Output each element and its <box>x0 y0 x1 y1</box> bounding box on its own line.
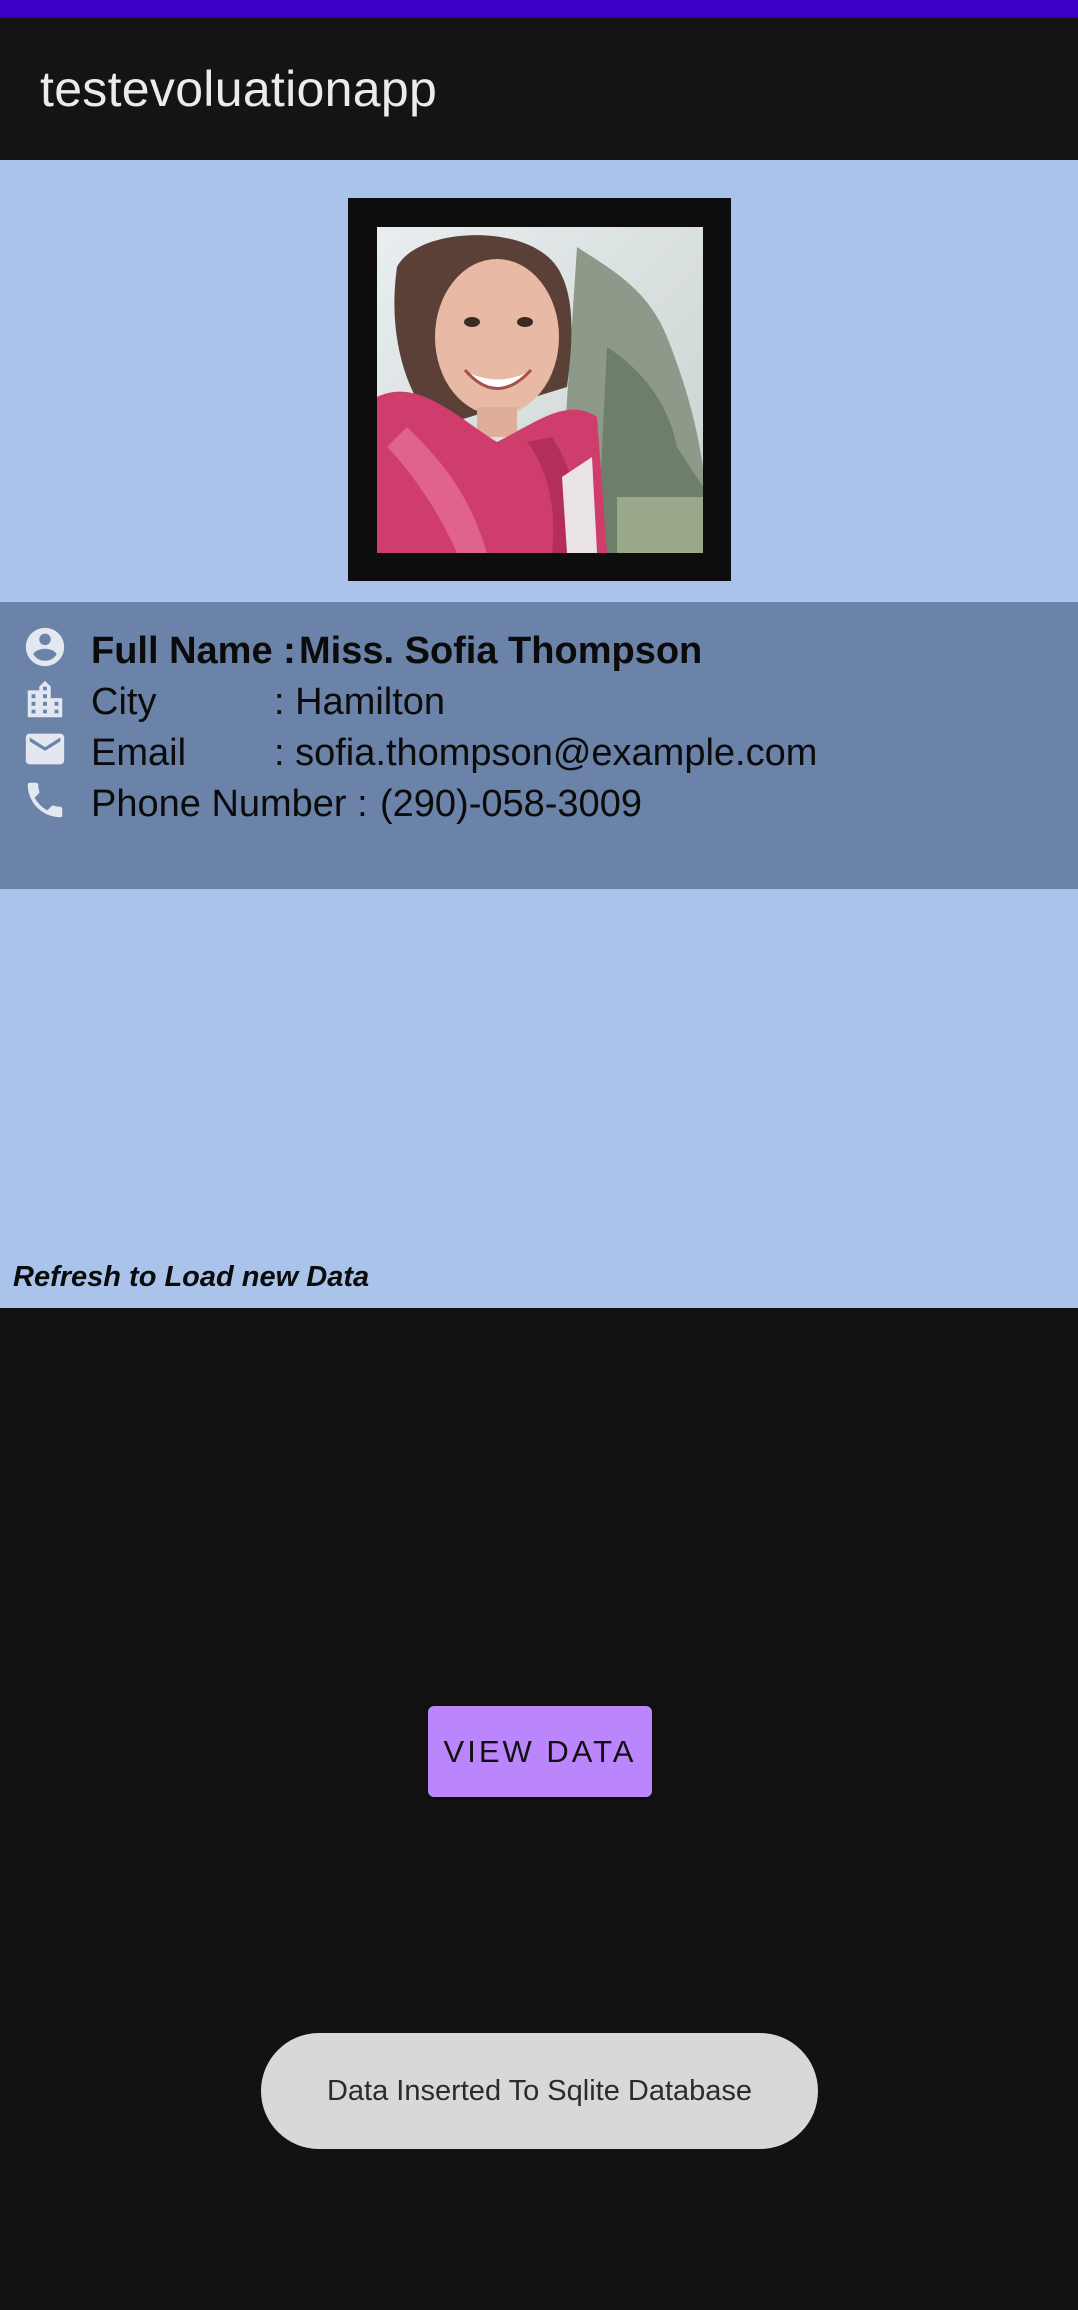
profile-info-panel: Full Name : Miss. Sofia Thompson City : … <box>0 602 1078 889</box>
email-icon <box>25 733 65 765</box>
profile-photo <box>377 227 703 553</box>
phone-value: (290)-058-3009 <box>380 783 642 825</box>
full-name-label: Full Name : <box>91 630 307 672</box>
city-building-icon <box>27 680 63 718</box>
toast-message: Data Inserted To Sqlite Database <box>261 2033 818 2149</box>
photo-section <box>0 160 1078 602</box>
city-row: City : Hamilton <box>0 677 1078 727</box>
app-bar: testevoluationapp <box>0 18 1078 160</box>
email-label: Email <box>91 732 187 774</box>
view-data-button[interactable]: VIEW DATA <box>428 1706 652 1797</box>
phone-icon <box>27 782 63 818</box>
refresh-hint: Refresh to Load new Data <box>13 1261 370 1293</box>
email-value: : sofia.thompson@example.com <box>274 732 818 774</box>
full-name-value: Miss. Sofia Thompson <box>299 630 703 672</box>
photo-frame <box>348 198 731 581</box>
phone-row: Phone Number : (290)-058-3009 <box>0 779 1078 829</box>
city-label: City <box>91 681 157 723</box>
app-title: testevoluationapp <box>40 61 438 117</box>
full-name-row: Full Name : Miss. Sofia Thompson <box>0 624 1078 674</box>
refresh-area[interactable]: Refresh to Load new Data <box>0 889 1078 1308</box>
email-row: Email : sofia.thompson@example.com <box>0 728 1078 778</box>
status-bar <box>0 0 1078 18</box>
city-value: : Hamilton <box>274 681 446 723</box>
account-circle-icon <box>25 627 65 667</box>
phone-label: Phone Number : <box>91 783 379 825</box>
